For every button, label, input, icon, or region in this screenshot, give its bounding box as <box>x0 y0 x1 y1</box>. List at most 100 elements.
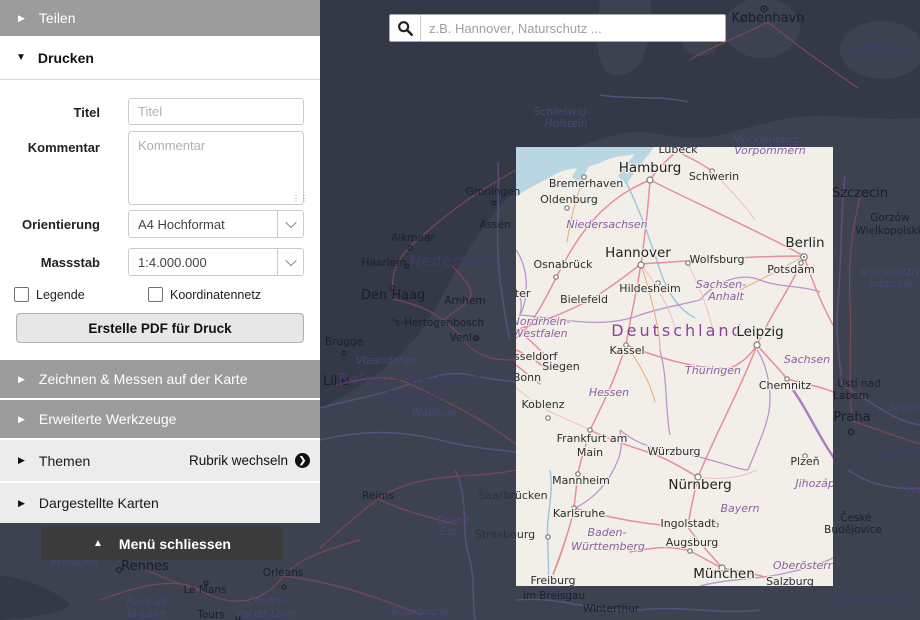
map-label: im Breisgau <box>523 590 585 602</box>
map-label: Le Mans <box>183 584 226 596</box>
map-label: Mecklenburg- <box>732 134 804 146</box>
map-label: Hamburg <box>619 160 682 176</box>
map-label: województwo <box>860 266 920 278</box>
map-label: Österreich <box>829 590 917 609</box>
map-label: Saarbrücken <box>478 489 547 502</box>
map-label: Danmark <box>839 40 915 58</box>
map-label: Karlsruhe <box>553 507 606 520</box>
checkbox-icon[interactable] <box>148 287 163 302</box>
map-label: Pays-de- <box>126 596 171 608</box>
map-label: Niedersachsen <box>566 218 647 231</box>
map-label: Augsburg <box>666 536 718 549</box>
kommentar-textarea[interactable] <box>128 131 304 205</box>
map-label: la-Loire <box>127 608 166 620</box>
section-teilen-label: Teilen <box>39 10 76 26</box>
koordinatennetz-checkbox[interactable]: Koordinatennetz <box>148 287 261 302</box>
select-chevron-icon <box>277 249 303 275</box>
chevron-right-icon: ▶ <box>18 455 25 466</box>
koordinatennetz-checkbox-label: Koordinatennetz <box>170 288 261 302</box>
map-label: Brugge <box>325 336 363 348</box>
menu-close-button[interactable]: ▲ Menü schliessen <box>41 527 283 560</box>
section-erweitert-label: Erweiterte Werkzeuge <box>39 411 176 427</box>
map-label: Labem <box>833 390 869 402</box>
section-drucken[interactable]: ▼ Drucken <box>0 36 320 80</box>
map-label: Berlin <box>785 235 824 251</box>
legende-checkbox-label: Legende <box>36 288 85 302</box>
section-dargestellte-karten[interactable]: ▶ Dargestellte Karten <box>0 483 320 523</box>
map-label: Deutschland <box>611 321 744 340</box>
map-label: Mannheim <box>552 474 610 487</box>
map-label: Thüringen <box>685 364 741 377</box>
section-drucken-label: Drucken <box>38 50 94 66</box>
orientierung-label: Orientierung <box>0 217 100 232</box>
kommentar-label: Kommentar <box>0 140 100 155</box>
rubrik-wechseln-label: Rubrik wechseln <box>189 453 288 468</box>
map-label: Belgie - Belgique <box>338 370 482 388</box>
map-label: Frankfurt am <box>557 432 628 445</box>
select-chevron-icon <box>277 211 303 237</box>
checkbox-icon[interactable] <box>14 287 29 302</box>
map-label: 's-Hertogenbosch <box>392 317 484 329</box>
orientierung-select[interactable]: A4 Hochformat <box>128 210 304 238</box>
map-label: Groningen <box>466 186 521 198</box>
map-label: Freiburg <box>531 574 576 587</box>
map-label: Venlo <box>450 332 479 344</box>
section-teilen[interactable]: ▶ Teilen <box>0 0 320 36</box>
massstab-select[interactable]: 1:4.000.000 <box>128 248 304 276</box>
map-label: Alkmaar <box>391 232 435 244</box>
map-label: Leipzig <box>736 324 783 340</box>
titel-label: Titel <box>0 105 100 120</box>
section-erweiterte-werkzeuge[interactable]: ▶ Erweiterte Werkzeuge <box>0 400 320 438</box>
map-label: Hildesheim <box>619 282 680 295</box>
map-label: Est <box>440 526 457 538</box>
map-label: Den Haag <box>361 288 425 303</box>
section-zeichnen-label: Zeichnen & Messen auf der Karte <box>39 371 248 387</box>
map-label: Jiho <box>903 485 920 497</box>
map-label: Nederland <box>410 252 497 270</box>
map-label: Wolfsburg <box>690 253 745 266</box>
app-window: LübeckHamburgSchwerinBremerhavenOldenbur… <box>0 0 920 620</box>
map-label: München <box>693 566 755 582</box>
chevron-up-icon: ▲ <box>93 538 103 549</box>
section-themen-label: Themen <box>39 453 90 469</box>
map-label: Rennes <box>121 559 169 574</box>
legende-checkbox[interactable]: Legende <box>14 287 85 302</box>
map-label: Westfalen <box>512 327 567 340</box>
map-label: Gorzów <box>870 212 910 224</box>
map-label: Severo <box>888 402 920 414</box>
map-label: Česko <box>877 442 920 461</box>
titel-input[interactable] <box>128 98 304 125</box>
map-label: Tours <box>196 609 225 620</box>
map-label: Budějovice <box>824 524 882 536</box>
orientierung-value: A4 Hochformat <box>129 217 277 232</box>
map-label: Winterthur <box>583 603 640 615</box>
section-themen[interactable]: ▶ Themen Rubrik wechseln ❯ <box>0 440 320 481</box>
map-label: Plzeň <box>790 455 819 468</box>
search-input[interactable] <box>421 15 725 41</box>
map-label: lubuskie <box>869 278 913 290</box>
map-label: Ústí nad <box>837 377 880 390</box>
map-label: Bonn <box>513 371 541 384</box>
map-label: Schwerin <box>689 170 739 183</box>
map-label: Vlaanderen <box>356 355 416 367</box>
map-label: Orléans <box>263 567 304 579</box>
section-dargestellte-label: Dargestellte Karten <box>39 495 159 511</box>
map-label: Ingolstadt <box>660 517 716 530</box>
map-label: Reims <box>362 490 394 502</box>
map-label: Schleswig- <box>534 106 590 118</box>
map-label: Chemnitz <box>759 379 811 392</box>
map-label: Bremerhaven <box>549 177 623 190</box>
section-zeichnen-messen[interactable]: ▶ Zeichnen & Messen auf der Karte <box>0 360 320 398</box>
print-extent-preview[interactable]: LübeckHamburgSchwerinBremerhavenOldenbur… <box>486 143 860 588</box>
search-icon[interactable] <box>390 15 421 41</box>
map-label: Wielkopolski <box>855 225 920 237</box>
map-label: Sachsen <box>784 353 830 366</box>
map-label: Kassel <box>609 344 644 357</box>
massstab-label: Massstab <box>0 255 100 270</box>
map-label: Praha <box>833 410 870 425</box>
rubrik-wechseln-link[interactable]: Rubrik wechseln ❯ <box>189 453 310 468</box>
create-pdf-button[interactable]: Erstelle PDF für Druck <box>16 313 304 343</box>
map-label: Anhalt <box>707 290 744 303</box>
chevron-right-icon: ▶ <box>18 374 25 385</box>
map-label: Arnhem <box>444 295 485 307</box>
